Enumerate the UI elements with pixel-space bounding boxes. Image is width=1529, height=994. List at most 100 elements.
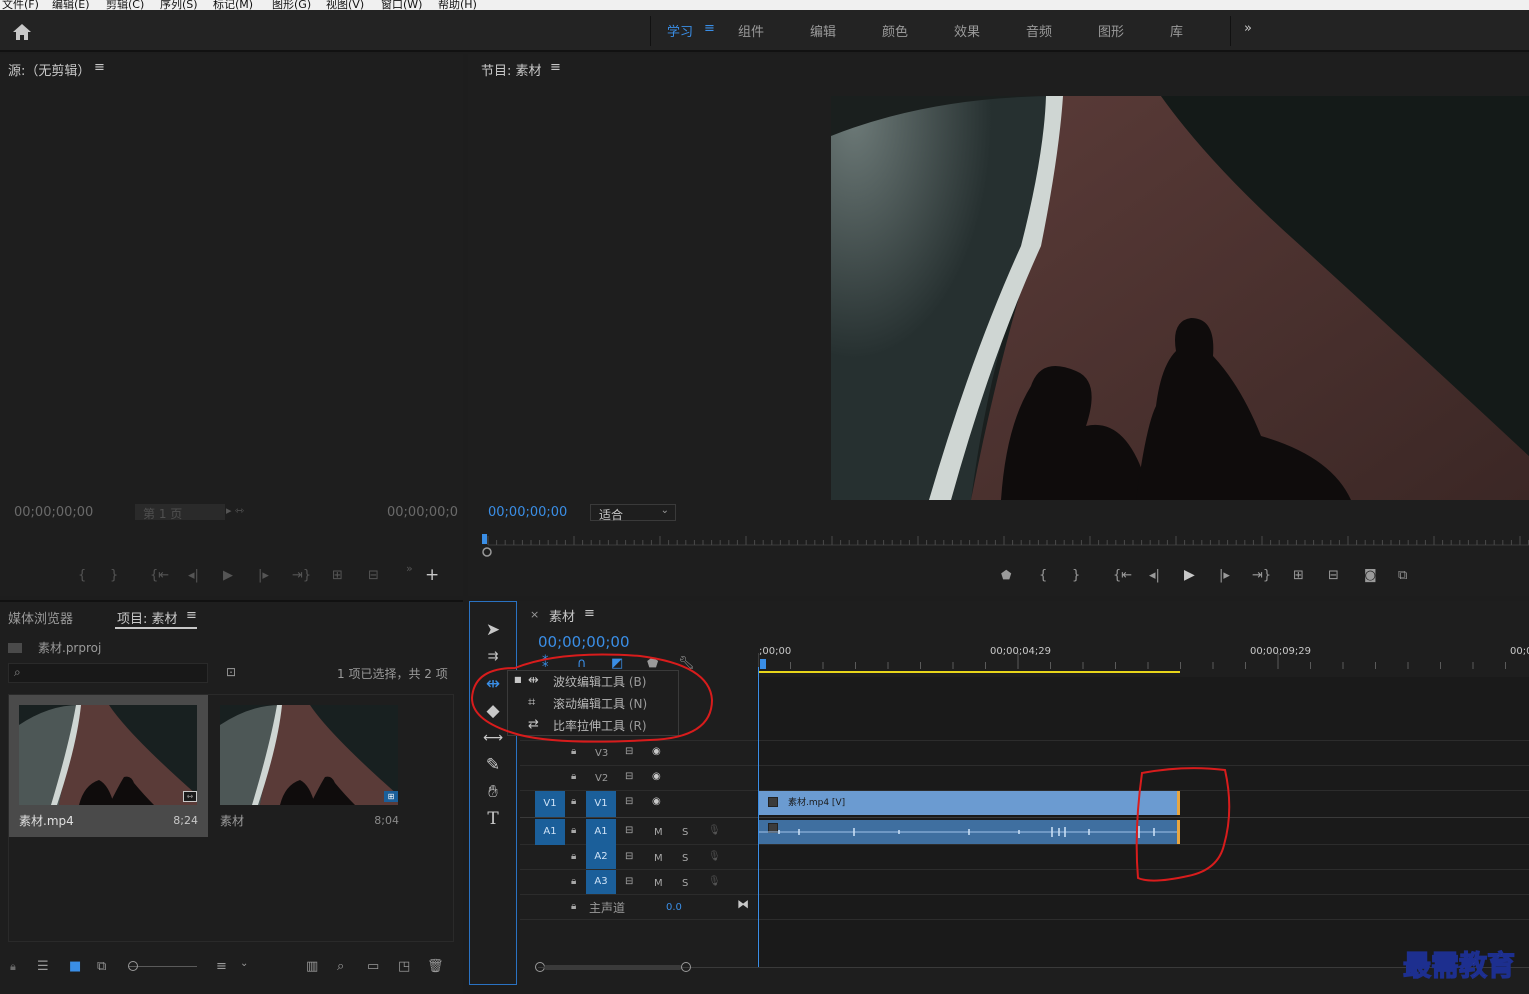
list-view-icon[interactable]: ☰ [37,959,49,974]
v3-lock-icon[interactable]: 🔒︎ [571,746,576,757]
slip-tool-icon[interactable]: ⟷ [482,727,504,749]
program-go-to-in-icon[interactable]: {⇤ [1113,568,1132,583]
track-v1-target[interactable]: V1 [586,791,616,817]
v2-lock-icon[interactable]: 🔒︎ [571,771,576,782]
v2-eye-icon[interactable]: ◉ [652,771,661,782]
a3-lock-icon[interactable]: 🔒︎ [571,876,576,887]
export-frame-icon[interactable]: ◙ [1364,568,1377,583]
workspace-tab-effects[interactable]: 效果 [954,21,980,40]
close-sequence-icon[interactable]: × [530,608,539,621]
source-playhead-timecode[interactable]: 00;00;00;00 [14,505,93,520]
step-back-icon[interactable]: ◂| [188,568,199,583]
more-controls-icon[interactable]: » [406,562,413,575]
audio-clip[interactable] [759,820,1180,844]
source-panel-menu-icon[interactable]: ≡ [94,60,105,75]
track-a2-target[interactable]: A2 [586,845,616,869]
a2-sync-icon[interactable]: ⊟ [625,851,633,862]
icon-view-icon[interactable]: ■ [69,959,81,974]
source-expand-icon[interactable]: ▸ ⇿ [226,504,244,517]
track-select-tool-icon[interactable]: ⇉ [482,646,504,668]
a1-lock-icon[interactable]: 🔒︎ [571,825,576,836]
ripple-edit-tool-icon[interactable]: ⇹ [482,673,504,695]
flyout-ripple-edit[interactable]: 波纹编辑工具 (B) [553,673,646,690]
new-bin-icon[interactable]: ▭ [367,959,379,974]
program-step-back-icon[interactable]: ◂| [1149,568,1160,583]
find-icon[interactable]: ⌕ [337,959,344,974]
type-tool-icon[interactable]: T [482,808,504,830]
menu-window[interactable]: 窗口(W) [381,0,422,10]
freeform-view-icon[interactable]: ⧉ [97,959,106,974]
hand-tool-icon[interactable]: ✋︎ [482,781,504,803]
a2-mute-button[interactable]: M [654,853,663,864]
a1-solo-button[interactable]: S [682,827,688,838]
workspace-tab-audio[interactable]: 音频 [1026,21,1052,40]
snap-icon[interactable]: ∩ [577,656,587,671]
source-panel-title[interactable]: 源:（无剪辑） [8,60,90,79]
timeline-ruler[interactable] [758,645,1529,675]
a2-mic-icon[interactable]: 🎙︎ [708,851,721,862]
program-video-frame[interactable] [831,96,1529,500]
workspace-tab-editing[interactable]: 编辑 [810,21,836,40]
v1-eye-icon[interactable]: ◉ [652,796,661,807]
new-item-icon[interactable]: ◳ [398,959,410,974]
razor-tool-icon[interactable]: ◆ [482,700,504,722]
a3-sync-icon[interactable]: ⊟ [625,876,633,887]
program-play-icon[interactable]: ▶ [1184,567,1195,583]
extract-icon[interactable]: ⊟ [1328,568,1339,583]
home-icon[interactable] [12,23,32,41]
menu-edit[interactable]: 编辑(E) [52,0,90,10]
overwrite-icon[interactable]: ⊟ [368,568,379,583]
timeline-playhead-timecode[interactable]: 00;00;00;00 [538,633,630,651]
workspace-tab-graphics[interactable]: 图形 [1098,21,1124,40]
nest-toggle-icon[interactable]: ⁑ [542,656,549,671]
add-button-icon[interactable]: + [425,565,439,585]
mark-in-icon[interactable]: { [78,568,86,583]
selection-tool-icon[interactable]: ➤ [482,619,504,641]
sort-icon[interactable]: ≡ [216,959,227,974]
v1-sync-icon[interactable]: ⊟ [625,796,633,807]
lift-icon[interactable]: ⊞ [1293,568,1304,583]
v3-sync-icon[interactable]: ⊟ [625,746,633,757]
program-panel-title[interactable]: 节目: 素材 [481,60,542,79]
v1-lock-icon[interactable]: 🔒︎ [571,796,576,807]
menu-marker[interactable]: 标记(M) [213,0,253,10]
project-search-input[interactable]: ⌕ [8,663,208,683]
menu-sequence[interactable]: 序列(S) [160,0,198,10]
a1-mute-button[interactable]: M [654,827,663,838]
master-volume-value[interactable]: 0.0 [666,902,682,913]
mark-out-icon[interactable]: } [110,568,118,583]
thumbnail-size-slider[interactable] [129,966,197,967]
insert-icon[interactable]: ⊞ [332,568,343,583]
flyout-rolling-edit[interactable]: 滚动编辑工具 (N) [553,695,647,712]
workspace-tab-assembly[interactable]: 组件 [738,21,764,40]
menu-graphics[interactable]: 图形(G) [272,0,311,10]
menu-view[interactable]: 视图(V) [326,0,364,10]
clear-icon[interactable]: 🗑︎ [427,959,444,974]
automate-to-sequence-icon[interactable]: ▥ [306,959,318,974]
menu-help[interactable]: 帮助(H) [438,0,477,10]
linked-selection-icon[interactable]: ◩ [611,656,623,671]
project-item-clip[interactable]: ⇿ 素材.mp4 8;24 [9,695,208,837]
program-step-forward-icon[interactable]: |▸ [1219,568,1230,583]
timeline-scrollbar[interactable] [544,965,682,970]
lock-icon[interactable]: 🔒︎ [10,960,16,974]
menu-clip[interactable]: 剪辑(C) [106,0,144,10]
go-to-in-icon[interactable]: {⇤ [150,568,169,583]
a1-mic-icon[interactable]: 🎙︎ [708,825,721,836]
a3-mute-button[interactable]: M [654,878,663,889]
find-bin-icon[interactable]: ⊡ [226,665,236,679]
pen-tool-icon[interactable]: ✎ [482,754,504,776]
wrench-icon[interactable]: 🔧︎ [678,656,695,671]
flyout-rate-stretch[interactable]: 比率拉伸工具 (R) [553,717,647,734]
program-go-to-out-icon[interactable]: ⇥} [1252,568,1271,583]
program-mark-in-icon[interactable]: { [1039,568,1047,583]
go-to-out-icon[interactable]: ⇥} [292,568,311,583]
a2-lock-icon[interactable]: 🔒︎ [571,851,576,862]
project-item-sequence[interactable]: ⊞ 素材 8;04 [210,695,409,837]
source-page-selector[interactable]: 第 1 页 [135,504,225,521]
video-clip[interactable]: 素材.mp4 [V] [759,791,1180,815]
more-workspaces-icon[interactable]: » [1244,21,1252,36]
timeline-menu-icon[interactable]: ≡ [584,606,595,621]
master-lock-icon[interactable]: 🔒︎ [571,901,576,912]
a3-solo-button[interactable]: S [682,878,688,889]
